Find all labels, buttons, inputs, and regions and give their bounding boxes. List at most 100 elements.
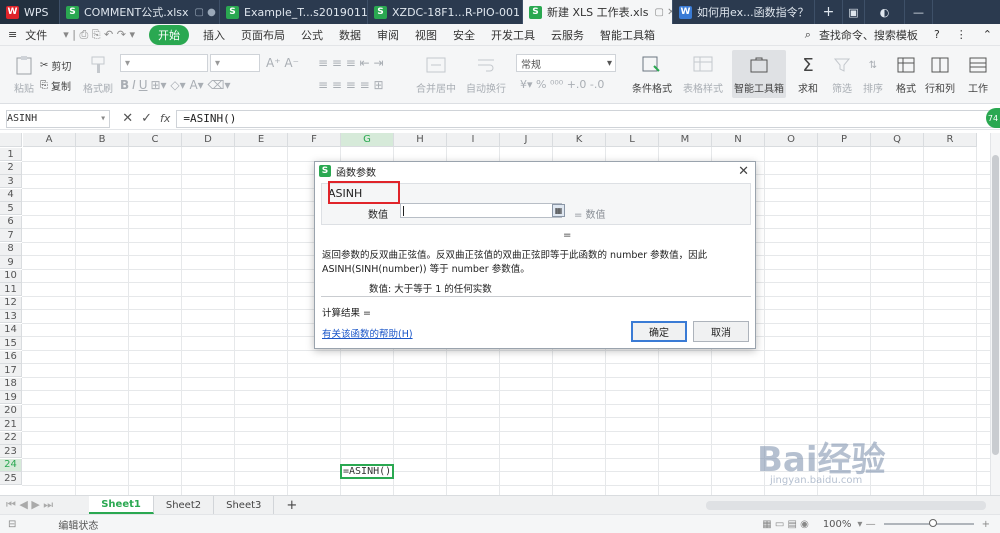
smart-toolbox-button[interactable]: 智能工具箱 — [732, 50, 786, 98]
ok-button[interactable]: 确定 — [631, 321, 687, 342]
column-header[interactable]: J — [500, 133, 553, 147]
column-header[interactable]: O — [765, 133, 818, 147]
conditional-format-button[interactable]: 条件格式 — [628, 50, 676, 98]
corner-select-all[interactable] — [0, 133, 22, 147]
tab-comment-file[interactable]: S COMMENT公式.xlsx ▢ ● — [60, 0, 220, 24]
minimize-icon[interactable]: — — [905, 0, 933, 24]
search-icon[interactable]: ⌕ — [797, 28, 819, 42]
window-list-icon[interactable]: ▣ — [843, 0, 865, 24]
sort-button[interactable]: ⇅ 排序 — [858, 50, 888, 98]
row-header[interactable]: 14 — [0, 323, 22, 337]
row-header[interactable]: 23 — [0, 445, 22, 458]
tab-example-file[interactable]: S Example_T...s20190116 ▢ — [220, 0, 368, 24]
tab-wps-home[interactable]: W WPS — [0, 0, 60, 24]
row-header[interactable]: 5 — [0, 202, 22, 215]
row-header[interactable]: 20 — [0, 404, 22, 418]
view-mode-icons[interactable]: ▦ ▭ ▤ ◉ — [762, 519, 809, 530]
menu-start[interactable]: 开始 — [148, 24, 189, 45]
row-header[interactable]: 4 — [0, 188, 22, 202]
font-size-select[interactable]: ▾ — [210, 54, 260, 72]
close-icon[interactable]: ✕ — [738, 164, 749, 179]
cancel-formula-icon[interactable]: ✕ — [122, 111, 133, 126]
copy-button[interactable]: ⎘ 复制 — [40, 78, 71, 93]
column-header[interactable]: A — [23, 133, 76, 147]
column-header[interactable]: N — [712, 133, 765, 147]
sheet-tab-1[interactable]: Sheet1 — [89, 496, 154, 514]
collapse-icon[interactable]: ⌃ — [975, 28, 1000, 41]
format-button[interactable]: 格式 — [890, 50, 922, 98]
menu-view[interactable]: 视图 — [407, 27, 445, 43]
active-cell[interactable]: =ASINH() — [340, 464, 394, 479]
row-header[interactable]: 6 — [0, 215, 22, 229]
add-sheet-button[interactable]: + — [274, 496, 309, 514]
sum-button[interactable]: Σ 求和 — [790, 50, 826, 98]
align-left-icons[interactable]: ≡ ≡ ≡ ≡ ⊞ — [318, 78, 384, 92]
formula-input[interactable]: =ASINH() — [176, 109, 1000, 128]
menu-page-layout[interactable]: 页面布局 — [233, 27, 293, 43]
column-header[interactable]: Q — [871, 133, 924, 147]
row-header[interactable]: 2 — [0, 161, 22, 175]
horizontal-scrollbar[interactable] — [706, 500, 986, 510]
font-style-icons[interactable]: B I U ⊞▾ ◇▾ A▾ ⌫▾ — [120, 78, 231, 92]
row-header[interactable]: 17 — [0, 364, 22, 377]
row-header[interactable]: 21 — [0, 418, 22, 431]
row-header[interactable]: 1 — [0, 148, 22, 161]
row-header[interactable]: 9 — [0, 256, 22, 269]
confirm-formula-icon[interactable]: ✓ — [141, 111, 152, 126]
row-header[interactable]: 13 — [0, 310, 22, 323]
hamburger-icon[interactable]: ≡ — [0, 28, 25, 41]
merge-center-button[interactable]: 合并居中 — [412, 50, 460, 98]
row-header[interactable]: 12 — [0, 296, 22, 310]
align-top-icons[interactable]: ≡ ≡ ≡ ⇤ ⇥ — [318, 56, 384, 70]
row-header[interactable]: 11 — [0, 283, 22, 296]
row-header[interactable]: 3 — [0, 175, 22, 188]
column-header[interactable]: L — [606, 133, 659, 147]
scroll-thumb[interactable] — [992, 155, 999, 455]
row-header[interactable]: 16 — [0, 350, 22, 364]
table-style-button[interactable]: 表格样式 — [678, 50, 728, 98]
row-header[interactable]: 8 — [0, 242, 22, 256]
column-header[interactable]: M — [659, 133, 712, 147]
column-header[interactable]: B — [76, 133, 129, 147]
font-family-select[interactable]: ▾ — [120, 54, 208, 72]
column-header[interactable]: P — [818, 133, 871, 147]
menu-security[interactable]: 安全 — [445, 27, 483, 43]
sheet-tab-3[interactable]: Sheet3 — [214, 496, 275, 514]
row-header[interactable]: 7 — [0, 229, 22, 242]
quick-access-icons[interactable]: ▾ | ⎙ ⎘ ↶ ↷ ▾ — [55, 28, 143, 42]
more-icon[interactable]: ⋮ — [948, 28, 975, 41]
tab-browser[interactable]: W 如何用ex...函数指令？ — [673, 0, 815, 24]
macro-icon[interactable]: ⊟ — [0, 519, 24, 530]
column-header[interactable]: I — [447, 133, 500, 147]
row-header[interactable]: 25 — [0, 472, 22, 485]
column-header[interactable]: D — [182, 133, 235, 147]
menu-smart-toolbox[interactable]: 智能工具箱 — [592, 27, 663, 43]
column-header[interactable]: G — [341, 133, 394, 147]
row-header[interactable]: 24 — [0, 458, 22, 472]
menu-cloud[interactable]: 云服务 — [543, 27, 592, 43]
range-picker-icon[interactable]: ▦ — [552, 204, 565, 217]
new-tab-button[interactable]: + — [815, 0, 843, 24]
row-col-button[interactable]: 行和列 — [922, 50, 958, 98]
column-header[interactable]: K — [553, 133, 606, 147]
menu-data[interactable]: 数据 — [331, 27, 369, 43]
name-box[interactable]: ASINH ▾ — [6, 109, 111, 128]
filter-button[interactable]: 筛选 — [826, 50, 858, 98]
fx-icon[interactable]: fx — [160, 112, 170, 125]
column-header[interactable]: H — [394, 133, 447, 147]
zoom-out-icon[interactable]: ▾ — — [857, 519, 875, 530]
tab-xzdc-file[interactable]: S XZDC-18F1...R-PIO-001 — [368, 0, 523, 24]
zoom-level[interactable]: 100% — [823, 519, 852, 530]
tab-close-icon[interactable]: ▢ ✕ — [648, 7, 672, 18]
command-search[interactable]: 查找命令、搜索模板 — [819, 27, 926, 43]
row-header[interactable]: 19 — [0, 391, 22, 404]
side-badge[interactable]: 74 — [986, 108, 1000, 128]
skin-icon[interactable]: ◐ — [865, 0, 905, 24]
menu-developer[interactable]: 开发工具 — [483, 27, 543, 43]
row-header[interactable]: 10 — [0, 269, 22, 283]
wrap-text-button[interactable]: 自动换行 — [462, 50, 510, 98]
column-header[interactable]: R — [924, 133, 977, 147]
menu-review[interactable]: 审阅 — [369, 27, 407, 43]
number-format-icons[interactable]: ¥▾ % ⁰⁰⁰ +.0 -.0 — [520, 78, 604, 91]
tab-new-xls[interactable]: S 新建 XLS 工作表.xls ▢ ✕ — [523, 0, 673, 24]
